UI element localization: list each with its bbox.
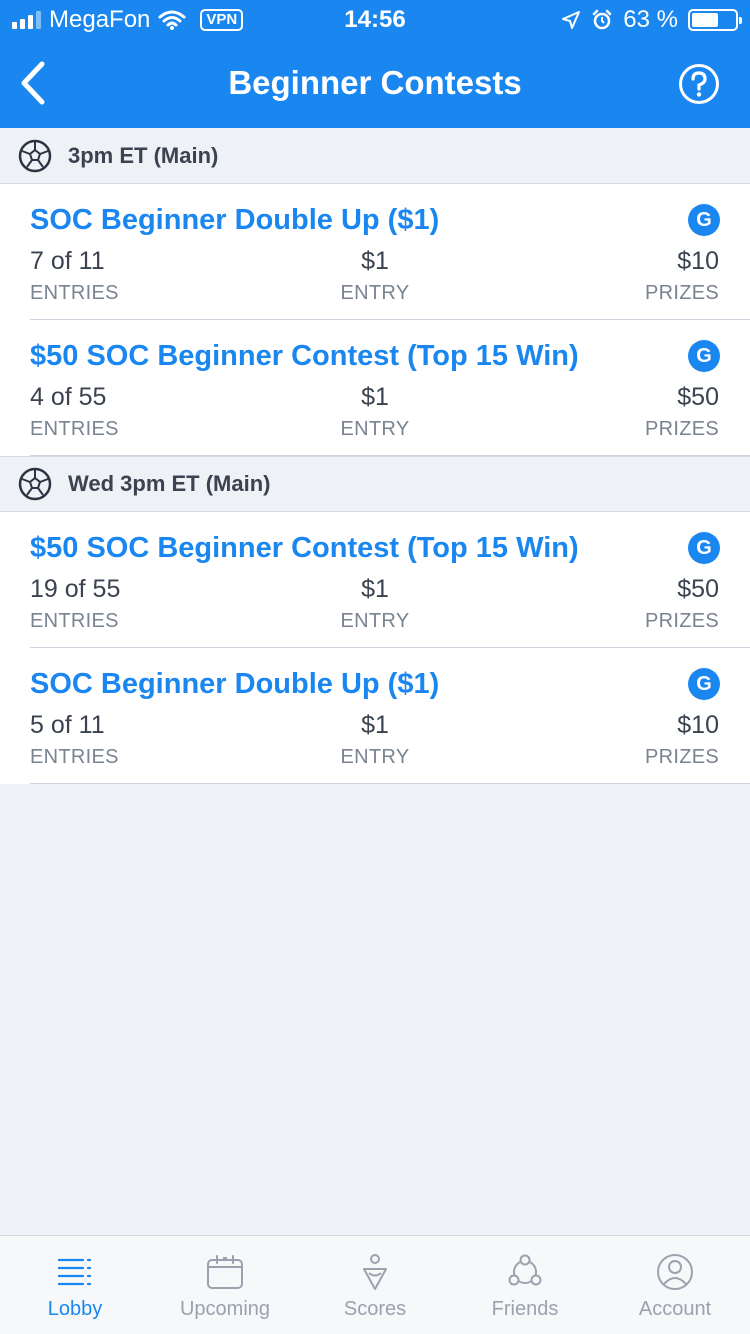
battery-percent: 63 % xyxy=(623,6,678,33)
entry-fee-label: ENTRY xyxy=(340,418,410,440)
soccer-ball-icon xyxy=(18,139,52,172)
calendar-icon xyxy=(207,1255,243,1289)
tab-upcoming[interactable]: Upcoming xyxy=(150,1236,300,1334)
contest-list: 3pm ET (Main) SOC Beginner Double Up ($1… xyxy=(0,128,750,784)
prizes-value: $50 xyxy=(677,575,719,603)
account-icon xyxy=(657,1254,693,1290)
prizes-label: PRIZES xyxy=(644,282,719,304)
tab-label: Friends xyxy=(491,1298,559,1320)
contest-name: SOC Beginner Double Up ($1) xyxy=(30,668,440,700)
contest-row[interactable]: SOC Beginner Double Up ($1) G 7 of 11 EN… xyxy=(0,184,750,320)
entry-fee-label: ENTRY xyxy=(340,746,410,768)
guaranteed-badge: G xyxy=(688,668,720,700)
tab-label: Account xyxy=(638,1298,712,1320)
tab-account[interactable]: Account xyxy=(600,1236,750,1334)
prizes-value: $50 xyxy=(677,383,719,411)
section-label: Wed 3pm ET (Main) xyxy=(68,471,271,496)
entry-fee-value: $1 xyxy=(361,247,389,275)
guaranteed-badge: G xyxy=(688,340,720,372)
section-label: 3pm ET (Main) xyxy=(68,142,219,168)
contest-row[interactable]: SOC Beginner Double Up ($1) G 5 of 11 EN… xyxy=(0,648,750,784)
tab-lobby[interactable]: Lobby xyxy=(0,1236,150,1334)
tab-label: Lobby xyxy=(47,1298,103,1320)
guaranteed-badge: G xyxy=(688,204,720,236)
tab-bar: Lobby Upcoming Scores Friends Account xyxy=(0,1235,750,1334)
contest-name: $50 SOC Beginner Contest (Top 15 Win) xyxy=(30,532,579,564)
top-bar: MegaFon VPN 14:56 63 % Beginner Contests xyxy=(0,0,750,128)
tab-friends[interactable]: Friends xyxy=(450,1236,600,1334)
friends-icon xyxy=(508,1254,542,1286)
status-bar: MegaFon VPN 14:56 63 % xyxy=(0,0,750,40)
prizes-value: $10 xyxy=(677,247,719,275)
alarm-icon xyxy=(593,9,612,30)
prizes-label: PRIZES xyxy=(644,610,719,632)
entry-fee-value: $1 xyxy=(361,711,389,739)
tab-label: Upcoming xyxy=(179,1298,271,1320)
tab-scores[interactable]: Scores xyxy=(300,1236,450,1334)
question-icon xyxy=(679,64,719,104)
contest-name: $50 SOC Beginner Contest (Top 15 Win) xyxy=(30,340,579,372)
prizes-label: PRIZES xyxy=(644,746,719,768)
prizes-value: $10 xyxy=(677,711,719,739)
nav-bar: Beginner Contests xyxy=(0,40,750,128)
section-header: 3pm ET (Main) xyxy=(0,128,750,184)
entry-fee-value: $1 xyxy=(361,383,389,411)
tab-label: Scores xyxy=(343,1298,407,1320)
soccer-ball-icon xyxy=(18,467,52,501)
guaranteed-badge: G xyxy=(688,532,720,564)
contest-row[interactable]: $50 SOC Beginner Contest (Top 15 Win) G … xyxy=(0,320,750,456)
entry-fee-label: ENTRY xyxy=(340,610,410,632)
contest-row[interactable]: $50 SOC Beginner Contest (Top 15 Win) G … xyxy=(0,512,750,648)
entry-fee-value: $1 xyxy=(361,575,389,603)
contest-name: SOC Beginner Double Up ($1) xyxy=(30,204,440,236)
page-title: Beginner Contests xyxy=(228,64,522,101)
location-arrow-icon xyxy=(562,11,581,29)
scores-icon xyxy=(363,1254,387,1290)
entry-fee-label: ENTRY xyxy=(340,282,410,304)
battery-icon xyxy=(688,9,742,31)
lobby-icon xyxy=(57,1258,92,1286)
section-header: Wed 3pm ET (Main) xyxy=(0,456,750,512)
prizes-label: PRIZES xyxy=(644,418,719,440)
help-button[interactable] xyxy=(678,63,720,105)
